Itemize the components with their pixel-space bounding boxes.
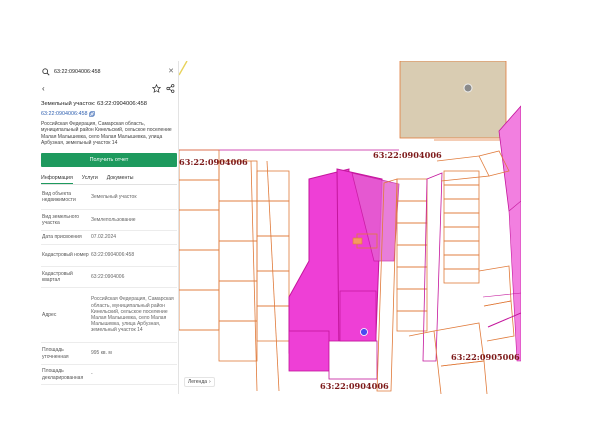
quarter-label: 63:22:0904006 xyxy=(179,157,248,167)
copy-icon[interactable] xyxy=(89,111,96,117)
parcel-grid-left xyxy=(179,149,290,392)
cadastral-number-text[interactable]: 63:22:0904006:458 xyxy=(41,111,87,117)
quarter-label: 63:22:0904006 xyxy=(320,381,389,391)
attribute-label: Кадастровый номер xyxy=(42,252,89,259)
attribute-row: Кадастровый номер 63:22:0904006:458 xyxy=(41,245,177,267)
cadastral-map-app: 63:22:0904006:458 ✕ ‹ Земельный участок:… xyxy=(38,61,521,394)
back-arrow-icon[interactable]: ‹ xyxy=(42,84,45,93)
info-panel: 63:22:0904006:458 ✕ ‹ Земельный участок:… xyxy=(38,61,179,394)
attribute-label: Кадастровый квартал xyxy=(42,270,73,283)
attribute-label: Площадь уточненная xyxy=(42,347,69,360)
attribute-label: Адрес xyxy=(42,311,57,318)
legend-button[interactable]: Легенда › xyxy=(184,377,215,387)
attribute-value: Земельный участок xyxy=(91,193,137,200)
tab-bar: Информация Услуги Документы xyxy=(41,173,177,185)
map-canvas[interactable]: 63:22:0904006 63:22:0904006 63:22:090500… xyxy=(179,61,521,394)
beige-parcel[interactable] xyxy=(399,61,507,139)
attribute-value: 995 кв. м xyxy=(91,350,112,357)
get-report-button[interactable]: Получить отчет xyxy=(41,153,177,167)
attribute-row: Дата присвоения 07.02.2024 xyxy=(41,231,177,245)
attribute-value: Российская Федерация, Самарская область,… xyxy=(91,296,174,334)
map-point-icon[interactable] xyxy=(463,83,473,93)
cadastral-map[interactable] xyxy=(179,61,521,394)
attribute-row: Вид земельного участка Землепользование xyxy=(41,210,177,231)
attribute-value: 63:22:0904006 xyxy=(91,273,125,280)
parcel-address: Российская Федерация, Самарская область,… xyxy=(41,121,172,147)
legend-label[interactable]: Легенда xyxy=(188,378,207,386)
chevron-right-icon: › xyxy=(209,379,211,385)
attribute-row: Площадь уточненная 995 кв. м xyxy=(41,343,177,365)
road-line xyxy=(179,61,188,76)
share-icon[interactable] xyxy=(166,84,175,93)
clear-search-icon[interactable]: ✕ xyxy=(167,68,175,76)
attribute-label: Площадь декларированная xyxy=(42,368,84,381)
attribute-value: Землепользование xyxy=(91,216,136,223)
star-icon[interactable] xyxy=(152,84,161,93)
tab-information[interactable]: Информация xyxy=(41,173,73,184)
attribute-value: - xyxy=(91,371,93,378)
attribute-value: 63:22:0904006:458 xyxy=(91,252,135,259)
attribute-label: Вид земельного участка xyxy=(42,213,80,226)
quarter-label: 63:22:0905006 xyxy=(451,352,520,362)
attribute-row: Адрес Российская Федерация, Самарская об… xyxy=(41,288,177,343)
attribute-label: Дата присвоения xyxy=(42,234,82,241)
attribute-row: Вид объекта недвижимости Земельный участ… xyxy=(41,185,177,210)
attribute-row: Кадастровый квартал 63:22:0904006 xyxy=(41,267,177,288)
search-bar[interactable]: 63:22:0904006:458 ✕ xyxy=(42,65,175,78)
quarter-label: 63:22:0904006 xyxy=(373,150,442,160)
attribute-label: Вид объекта недвижимости xyxy=(42,190,76,203)
cadastral-number-link[interactable]: 63:22:0904006:458 xyxy=(41,111,96,117)
attribute-table: Вид объекта недвижимости Земельный участ… xyxy=(41,185,177,385)
magenta-strip-lower[interactable] xyxy=(508,200,521,362)
selected-parcel-group[interactable] xyxy=(288,168,400,380)
tab-documents[interactable]: Документы xyxy=(107,173,134,184)
search-icon xyxy=(42,67,50,76)
attribute-row: Площадь декларированная - xyxy=(41,365,177,385)
tab-services[interactable]: Услуги xyxy=(82,173,98,184)
parcel-title: Земельный участок: 63:22:0904006:458 xyxy=(41,101,147,107)
search-input[interactable]: 63:22:0904006:458 xyxy=(54,69,167,75)
attribute-value: 07.02.2024 xyxy=(91,234,117,241)
panel-toolbar: ‹ xyxy=(42,84,175,94)
